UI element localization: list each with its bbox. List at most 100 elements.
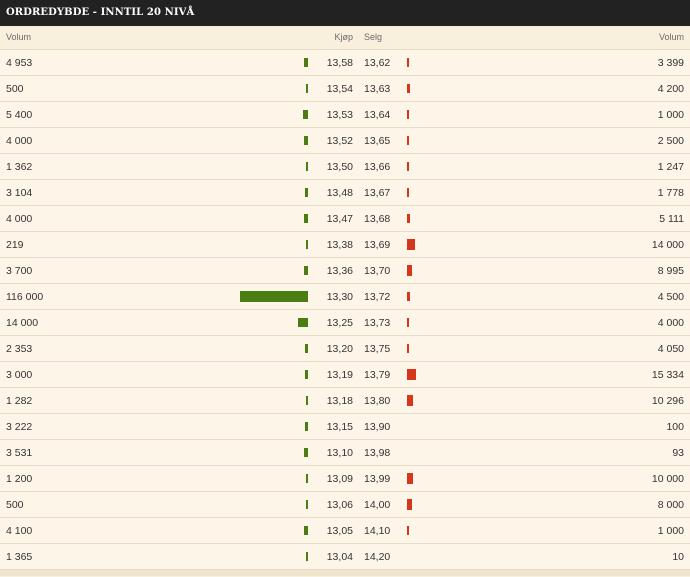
sell-price: 13,68 (364, 213, 391, 225)
order-depth-row: 3 000 13,19 13,79 15 334 (0, 362, 690, 388)
sell-volume: 100 (666, 421, 684, 433)
sell-depth-bar (407, 369, 416, 380)
buy-price: 13,25 (326, 317, 353, 329)
buy-depth-bar (306, 83, 308, 93)
order-depth-row: 14 000 13,25 13,73 4 000 (0, 310, 690, 336)
sell-volume: 4 200 (657, 83, 684, 95)
buy-volume: 1 365 (6, 551, 33, 563)
sell-volume: 1 000 (657, 525, 684, 537)
order-depth-row: 116 000 13,30 13,72 4 500 (0, 284, 690, 310)
buy-price: 13,06 (326, 499, 353, 511)
sell-volume: 4 500 (657, 291, 684, 303)
sell-price: 13,69 (364, 239, 391, 251)
sell-price: 13,79 (364, 369, 391, 381)
sell-volume: 10 000 (651, 473, 684, 485)
sell-price: 13,72 (364, 291, 391, 303)
sell-depth-bar (407, 161, 409, 172)
sell-depth-bar (407, 213, 410, 224)
sell-price: 13,62 (364, 57, 391, 69)
sell-price: 13,98 (364, 447, 391, 459)
buy-volume: 1 200 (6, 473, 33, 485)
buy-price: 13,54 (326, 83, 353, 95)
buy-price: 13,53 (326, 109, 353, 121)
buy-depth-bar (304, 421, 308, 432)
buy-depth-bar (304, 187, 308, 198)
buy-depth-bar (303, 57, 308, 68)
buy-depth-bar (306, 239, 308, 249)
sell-price: 13,67 (364, 187, 391, 199)
order-depth-row: 1 365 13,04 14,20 10 (0, 544, 690, 570)
order-depth-row: 500 13,54 13,63 4 200 (0, 76, 690, 102)
order-depth-row: 4 000 13,47 13,68 5 111 (0, 206, 690, 232)
buy-depth-bar (305, 395, 308, 405)
buy-volume: 500 (6, 83, 24, 95)
sell-depth-bar (407, 291, 410, 302)
buy-volume: 219 (6, 239, 24, 251)
buy-depth-bar (305, 343, 308, 353)
buy-volume: 500 (6, 499, 24, 511)
order-depth-row: 1 362 13,50 13,66 1 247 (0, 154, 690, 180)
order-depth-row: 3 222 13,15 13,90 100 (0, 414, 690, 440)
buy-volume: 3 700 (6, 265, 33, 277)
sell-price: 13,75 (364, 343, 391, 355)
sell-volume: 1 247 (657, 161, 684, 173)
buy-price: 13,10 (326, 447, 353, 459)
order-depth-row: 4 000 13,52 13,65 2 500 (0, 128, 690, 154)
order-depth-row: 2 353 13,20 13,75 4 050 (0, 336, 690, 362)
buy-price: 13,15 (326, 421, 353, 433)
order-depth-row: 5 400 13,53 13,64 1 000 (0, 102, 690, 128)
buy-volume: 3 000 (6, 369, 33, 381)
order-depth-row: 1 200 13,09 13,99 10 000 (0, 466, 690, 492)
sell-depth-bar (407, 317, 410, 328)
buy-price: 13,58 (326, 57, 353, 69)
buy-depth-bar (304, 135, 308, 146)
buy-price: 13,50 (326, 161, 353, 173)
sell-volume: 4 000 (657, 317, 684, 329)
sell-price: 13,70 (364, 265, 391, 277)
sell-price: 13,66 (364, 161, 391, 173)
sell-volume: 15 334 (651, 369, 684, 381)
sell-depth-bar (407, 473, 413, 484)
sell-volume: 1 000 (657, 109, 684, 121)
buy-price: 13,20 (326, 343, 353, 355)
sell-volume: 1 778 (657, 187, 684, 199)
sell-price: 14,00 (364, 499, 391, 511)
buy-price: 13,47 (326, 213, 353, 225)
buy-price: 13,30 (326, 291, 353, 303)
buy-depth-bar (305, 551, 308, 561)
sell-volume: 10 296 (651, 395, 684, 407)
buy-price: 13,36 (326, 265, 353, 277)
buy-volume: 3 222 (6, 421, 33, 433)
sell-volume: 4 050 (657, 343, 684, 355)
sell-depth-bar (407, 83, 410, 94)
buy-volume: 4 000 (6, 135, 33, 147)
sell-depth-bar (407, 57, 409, 68)
order-depth-row: 219 13,38 13,69 14 000 (0, 232, 690, 258)
buy-price: 13,48 (326, 187, 353, 199)
order-depth-row: 3 700 13,36 13,70 8 995 (0, 258, 690, 284)
sell-depth-bar (407, 395, 413, 406)
buy-price: 13,19 (326, 369, 353, 381)
sell-price: 13,64 (364, 109, 391, 121)
sell-volume: 5 111 (659, 213, 684, 225)
buy-depth-bar (305, 161, 308, 171)
order-depth-header: ORDREDYBDE - INNTIL 20 NIVÅ (0, 0, 690, 26)
sell-volume: 3 399 (657, 57, 684, 69)
order-depth-title: ORDREDYBDE - INNTIL 20 NIVÅ (6, 7, 195, 18)
sell-price-column-header: Selg (364, 32, 383, 42)
buy-volume: 1 362 (6, 161, 33, 173)
order-depth-row: 4 953 13,58 13,62 3 399 (0, 50, 690, 76)
buy-price-column-header: Kjøp (334, 32, 353, 42)
buy-volume: 14 000 (6, 317, 39, 329)
buy-price: 13,09 (326, 473, 353, 485)
order-depth-row: 4 100 13,05 14,10 1 000 (0, 518, 690, 544)
order-depth-row: 3 104 13,48 13,67 1 778 (0, 180, 690, 206)
sell-price: 13,80 (364, 395, 391, 407)
buy-volume: 116 000 (6, 291, 44, 303)
sell-price: 14,20 (364, 551, 391, 563)
sell-volume: 8 000 (657, 499, 684, 511)
buy-depth-bar (303, 109, 308, 120)
order-depth-row: 500 13,06 14,00 8 000 (0, 492, 690, 518)
buy-depth-bar (240, 291, 308, 302)
buy-price: 13,04 (326, 551, 353, 563)
